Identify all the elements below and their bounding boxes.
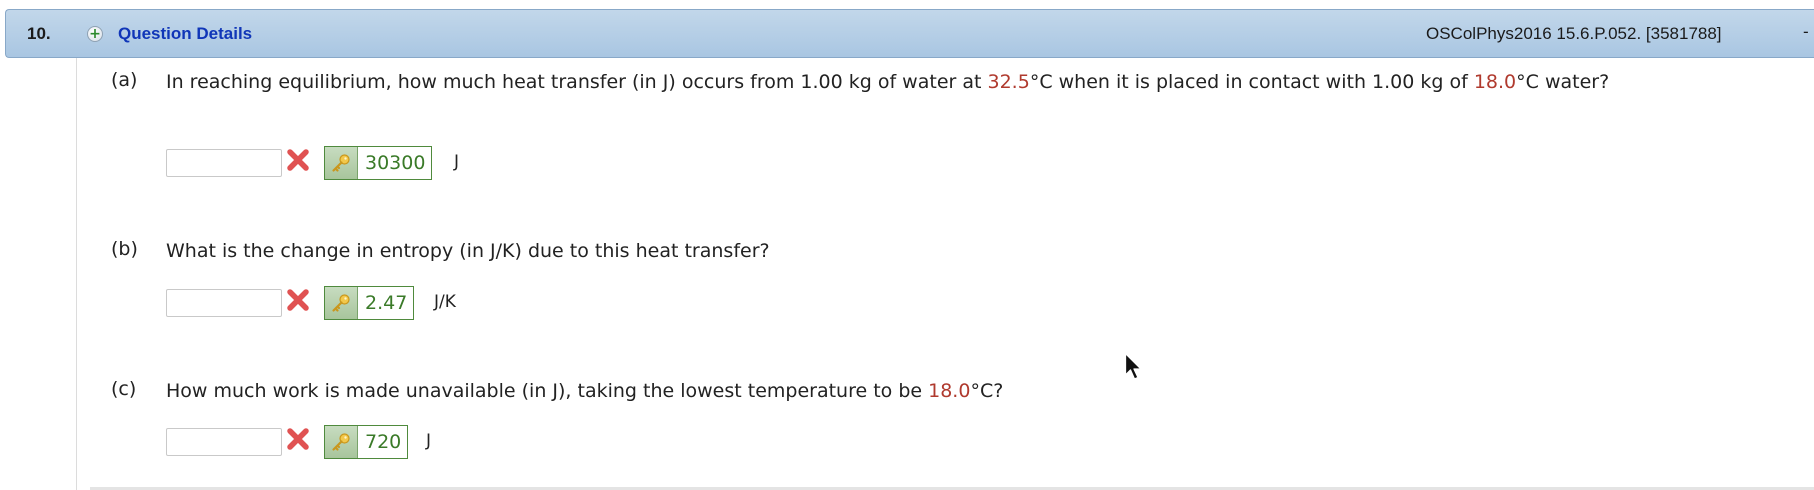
answer-key-value: 720 bbox=[365, 431, 402, 453]
answer-key-box: 720 bbox=[324, 425, 409, 459]
part-c-answer-input[interactable] bbox=[166, 428, 282, 456]
answer-key-box: 2.47 bbox=[324, 286, 415, 320]
header-dash: - bbox=[1803, 22, 1809, 41]
part-b-label: (b) bbox=[111, 238, 138, 260]
key-icon bbox=[325, 147, 358, 179]
question-details-link[interactable]: Question Details bbox=[118, 24, 252, 44]
unit-label: J bbox=[426, 431, 432, 451]
part-c-label: (c) bbox=[111, 378, 137, 400]
part-b-question-text: What is the change in entropy (in J/K) d… bbox=[166, 240, 770, 262]
question-reference: OSColPhys2016 15.6.P.052. [3581788] bbox=[1426, 24, 1722, 43]
answer-key-value: 2.47 bbox=[365, 292, 408, 314]
part-a-answer-input[interactable] bbox=[166, 149, 282, 177]
unit-label: J bbox=[454, 152, 460, 172]
part-a-question-text: In reaching equilibrium, how much heat t… bbox=[166, 71, 1610, 93]
given-value: 18.0 bbox=[1473, 71, 1517, 93]
mouse-cursor-icon bbox=[1124, 352, 1142, 380]
left-gutter-divider bbox=[76, 58, 77, 490]
plus-circle-icon[interactable]: + bbox=[87, 26, 103, 42]
red-x-icon bbox=[287, 149, 309, 171]
answer-key-box: 30300 bbox=[324, 146, 433, 180]
given-value: 18.0 bbox=[928, 380, 971, 402]
question-number: 10. bbox=[27, 24, 51, 43]
given-value: 32.5 bbox=[987, 71, 1030, 93]
unit-label: J/K bbox=[434, 292, 456, 312]
key-icon bbox=[325, 287, 358, 319]
key-icon bbox=[325, 426, 358, 458]
red-x-icon bbox=[287, 289, 309, 311]
question-page: 10. + Question Details OSColPhys2016 15.… bbox=[0, 0, 1814, 490]
part-a-label: (a) bbox=[111, 69, 138, 91]
answer-key-value: 30300 bbox=[365, 152, 426, 174]
part-c-question-text: How much work is made unavailable (in J)… bbox=[166, 380, 1004, 402]
red-x-icon bbox=[287, 428, 309, 450]
question-header: 10. + Question Details OSColPhys2016 15.… bbox=[5, 9, 1814, 58]
part-b-answer-input[interactable] bbox=[166, 289, 282, 317]
